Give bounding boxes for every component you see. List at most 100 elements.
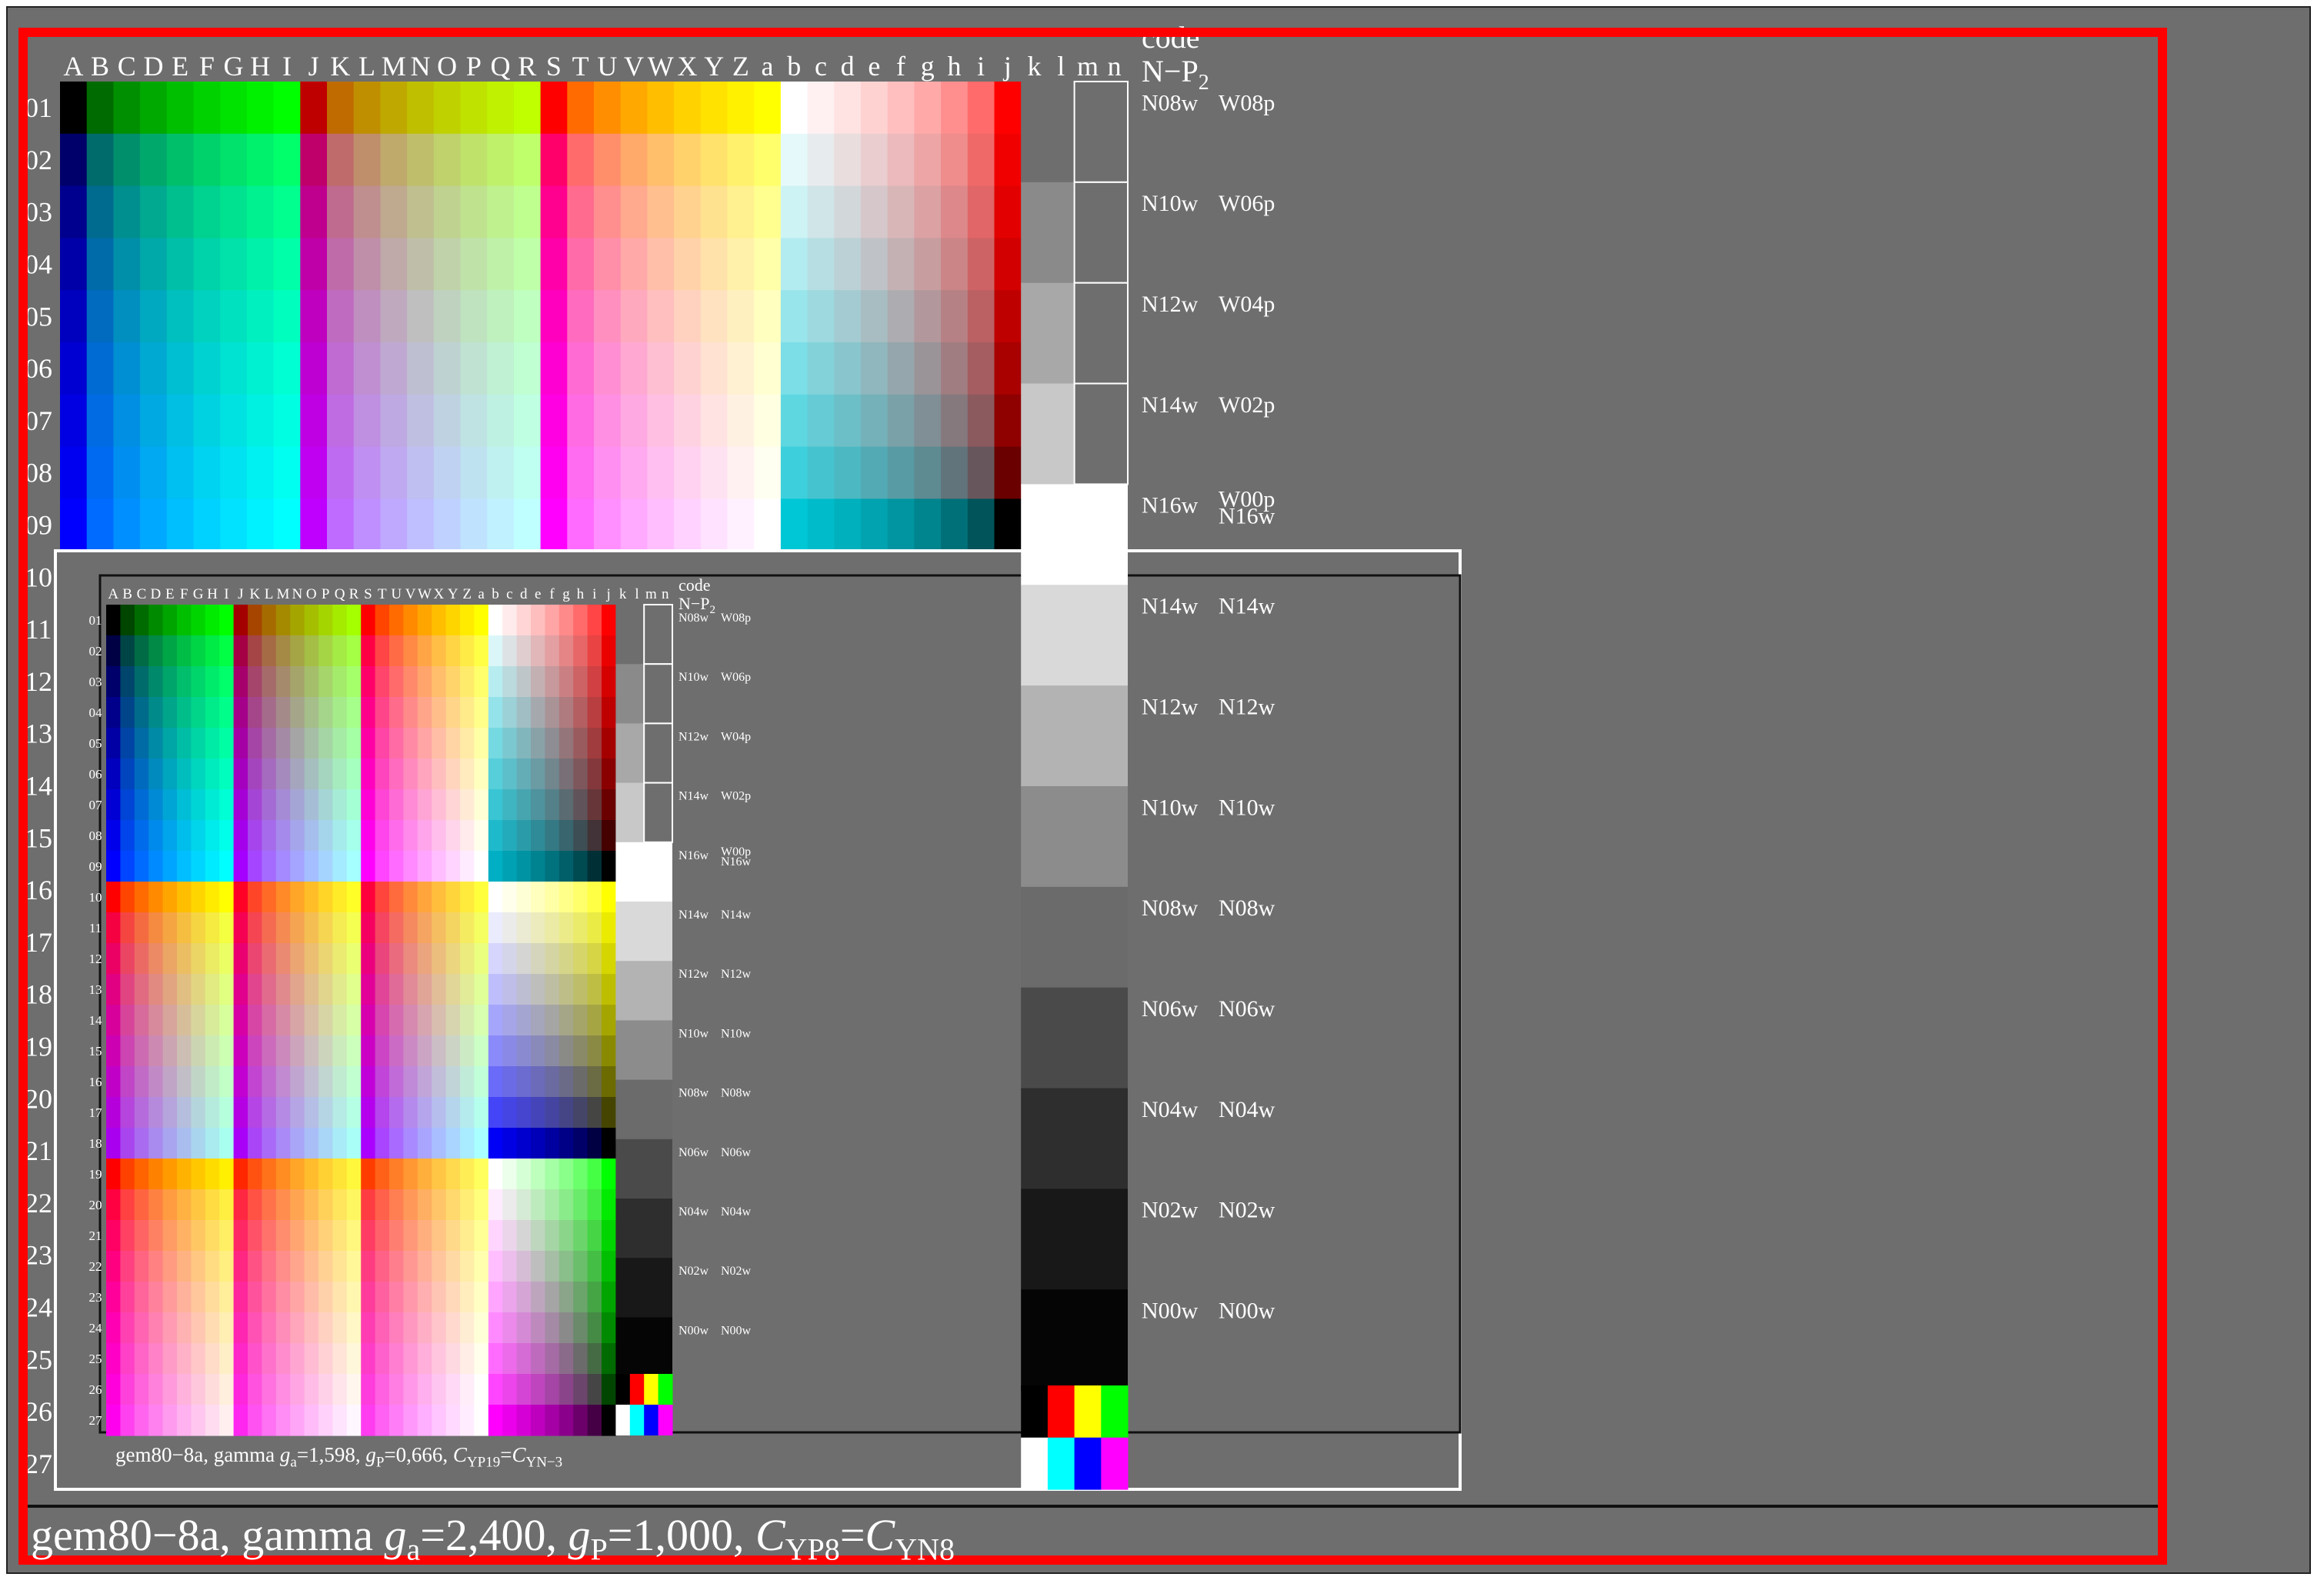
inner-color-patch <box>290 1128 305 1159</box>
inner-color-patch <box>389 1035 404 1067</box>
color-patch <box>513 238 542 291</box>
inner-color-patch <box>262 1343 277 1375</box>
inner-color-patch <box>304 728 319 759</box>
column-label: f <box>896 51 905 82</box>
inner-color-patch <box>233 758 248 790</box>
inner-color-patch <box>332 1159 348 1190</box>
side-code-n: N08w <box>1142 895 1199 921</box>
column-label: C <box>118 51 136 82</box>
inner-color-patch <box>120 728 135 759</box>
inner-color-patch <box>120 789 135 821</box>
inner-color-patch <box>304 820 319 852</box>
color-patch <box>754 238 782 291</box>
column-label: a <box>762 51 774 82</box>
inner-color-patch <box>191 1343 206 1375</box>
color-patch <box>193 342 221 395</box>
inner-column-label: M <box>277 586 290 602</box>
inner-color-patch <box>417 789 432 821</box>
color-patch <box>754 290 782 343</box>
color-patch <box>193 498 221 552</box>
inner-color-patch <box>531 605 545 636</box>
inner-column-label: d <box>520 586 528 602</box>
inner-color-patch <box>531 1035 545 1067</box>
column-label: g <box>921 51 935 82</box>
inner-color-patch <box>403 943 418 975</box>
color-patch <box>674 446 702 499</box>
inner-color-patch <box>275 635 291 667</box>
color-patch <box>620 82 648 135</box>
inner-gray-step <box>615 1139 672 1199</box>
inner-color-patch <box>432 1374 447 1405</box>
inner-color-patch <box>361 1097 376 1129</box>
inner-color-patch <box>488 1189 503 1221</box>
inner-color-patch <box>219 912 235 944</box>
row-label: 25 <box>25 1344 52 1375</box>
inner-color-patch <box>248 758 262 790</box>
inner-color-patch <box>233 820 248 852</box>
color-patch <box>887 290 915 343</box>
inner-color-patch <box>346 697 362 728</box>
inner-color-patch <box>120 1282 135 1313</box>
inner-color-patch <box>403 1312 418 1344</box>
inner-color-patch <box>134 1374 149 1405</box>
inner-color-patch <box>318 851 333 882</box>
color-patch <box>887 133 915 187</box>
inner-color-patch <box>120 1189 135 1221</box>
inner-color-patch <box>445 789 461 821</box>
inner-color-patch <box>474 789 489 821</box>
inner-color-patch <box>148 789 164 821</box>
inner-color-patch <box>106 605 121 636</box>
inner-color-patch <box>162 758 178 790</box>
inner-color-patch <box>233 1035 248 1067</box>
inner-color-patch <box>106 1159 121 1190</box>
color-patch <box>967 290 995 343</box>
inner-color-patch <box>488 697 503 728</box>
color-patch <box>460 185 488 238</box>
inner-color-patch <box>375 912 390 944</box>
row-label: 27 <box>25 1449 52 1479</box>
color-patch <box>220 290 248 343</box>
inner-color-patch <box>275 666 291 698</box>
color-patch <box>407 446 435 499</box>
inner-color-patch <box>332 943 348 975</box>
color-patch <box>674 133 702 187</box>
color-patch <box>807 133 835 187</box>
inner-color-patch <box>275 1282 291 1313</box>
color-patch <box>807 446 835 499</box>
inner-color-patch <box>474 1405 489 1436</box>
color-patch <box>834 185 862 238</box>
inner-color-patch <box>290 1005 305 1036</box>
inner-color-patch <box>290 697 305 728</box>
color-patch <box>780 498 809 552</box>
inner-color-patch <box>134 943 149 975</box>
inner-color-patch <box>346 820 362 852</box>
inner-color-patch <box>106 1282 121 1313</box>
inner-color-patch <box>516 1343 532 1375</box>
column-label: V <box>624 51 644 82</box>
color-patch <box>594 133 622 187</box>
inner-column-label: V <box>405 586 416 602</box>
inner-color-patch <box>417 605 432 636</box>
inner-color-patch <box>587 1405 602 1436</box>
color-patch <box>994 133 1022 187</box>
inner-color-patch <box>275 1005 291 1036</box>
inner-color-patch <box>262 912 277 944</box>
inner-color-patch <box>177 728 192 759</box>
inner-color-patch <box>134 728 149 759</box>
inner-color-patch <box>219 1128 235 1159</box>
inner-color-patch <box>304 697 319 728</box>
color-patch <box>967 82 995 135</box>
inner-color-patch <box>516 1189 532 1221</box>
inner-color-patch <box>205 1097 220 1129</box>
inner-color-patch <box>290 728 305 759</box>
inner-color-patch <box>587 1005 602 1036</box>
inner-color-patch <box>191 728 206 759</box>
inner-color-patch <box>417 1066 432 1098</box>
inner-basic-color-patch <box>658 1405 673 1435</box>
inner-color-patch <box>318 1220 333 1252</box>
inner-color-patch <box>417 912 432 944</box>
inner-color-patch <box>545 758 560 790</box>
inner-column-label: l <box>635 586 639 602</box>
inner-color-patch <box>205 1405 220 1436</box>
inner-color-patch <box>516 820 532 852</box>
